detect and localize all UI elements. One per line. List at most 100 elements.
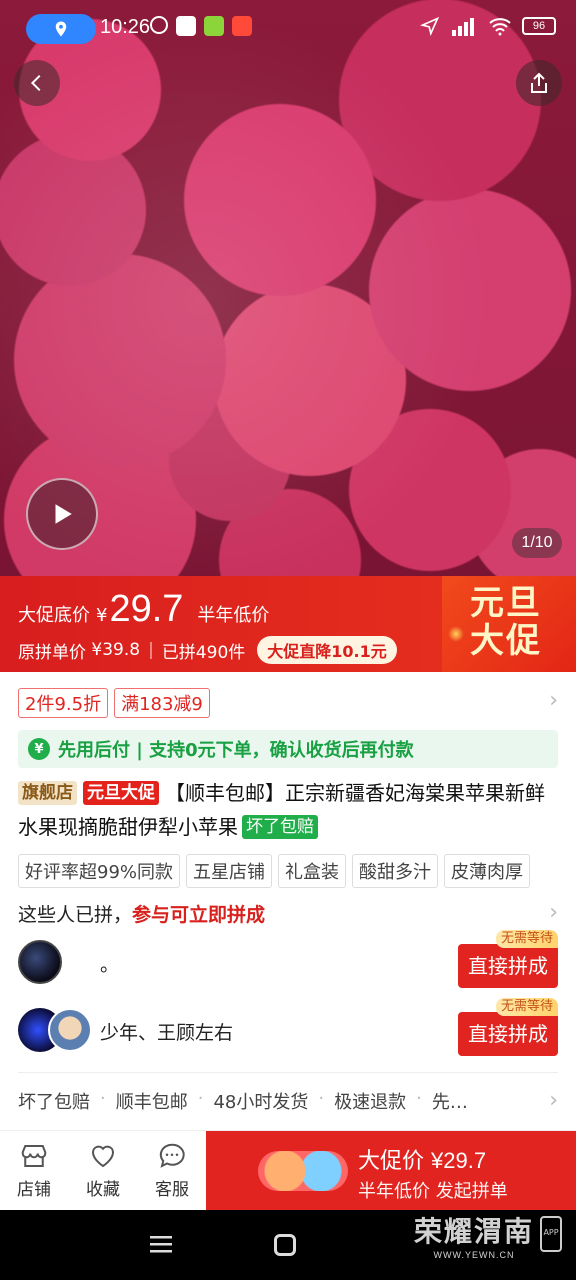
store-icon bbox=[21, 1145, 47, 1167]
pay-later-banner[interactable]: ¥ 先用后付 | 支持0元下单，确认收货后再付款 bbox=[18, 730, 558, 768]
original-price-row: 原拼单价 ¥39.8 | 已拼490件 大促直降10.1元 bbox=[18, 636, 397, 664]
battery-icon: 96 bbox=[522, 17, 556, 35]
join-group-button[interactable]: 直接拼成 bbox=[458, 1012, 558, 1056]
app-icon bbox=[176, 16, 196, 36]
favorite-label: 收藏 bbox=[86, 1180, 120, 1200]
group-buy-row: 。 无需等待 直接拼成 bbox=[0, 930, 576, 992]
group-buy-title: 这些人已拼， bbox=[18, 904, 133, 926]
separator: | bbox=[148, 640, 154, 660]
group-member-name: 少年、王顾左右 bbox=[100, 1022, 234, 1044]
play-video-button[interactable] bbox=[26, 478, 98, 550]
original-price: ¥39.8 bbox=[91, 640, 141, 660]
original-price-label: 原拼单价 bbox=[18, 642, 86, 663]
currency-symbol: ¥ bbox=[96, 605, 108, 626]
watermark-text: 荣耀渭南 bbox=[413, 1215, 534, 1248]
status-right: 96 bbox=[420, 16, 556, 36]
promo-price-row: 大促底价 ¥ 29.7 半年低价 bbox=[18, 588, 269, 631]
promo-banner-label: 元旦 大促 bbox=[470, 584, 542, 660]
alarm-icon bbox=[150, 16, 168, 34]
service-item: 先… bbox=[431, 1092, 468, 1113]
service-item: 48小时发货 bbox=[213, 1092, 309, 1113]
back-button[interactable] bbox=[14, 60, 60, 106]
chevron-right-icon[interactable]: › bbox=[549, 900, 558, 925]
separator: · bbox=[318, 1088, 325, 1109]
heart-icon bbox=[91, 1145, 115, 1168]
service-item: 坏了包赔 bbox=[18, 1092, 90, 1113]
feature-tag: 礼盒装 bbox=[278, 854, 347, 888]
status-time: 10:26 bbox=[100, 16, 151, 38]
feature-tag: 皮薄肉厚 bbox=[444, 854, 531, 888]
chevron-left-icon bbox=[30, 74, 41, 92]
product-title-block: 旗舰店 元旦大促 【顺丰包邮】正宗新疆香妃海棠果苹果新鲜水果现摘脆甜伊犁小苹果 坏了包… bbox=[18, 776, 564, 844]
group-member-name: 。 bbox=[100, 954, 120, 976]
avatar bbox=[48, 1008, 92, 1052]
navigation-arrow-icon bbox=[420, 16, 440, 36]
sold-count: 已拼490件 bbox=[161, 642, 246, 663]
service-item: 极速退款 bbox=[334, 1092, 407, 1113]
separator: · bbox=[197, 1088, 204, 1109]
group-buy-highlight: 参与可立即拼成 bbox=[132, 904, 266, 926]
image-counter: 1/10 bbox=[512, 528, 562, 558]
promo-banner-line2: 大促 bbox=[470, 621, 542, 661]
wifi-icon bbox=[489, 18, 511, 36]
feature-tag: 五星店铺 bbox=[186, 854, 273, 888]
promo-banner-line1: 元旦 bbox=[470, 583, 542, 623]
service-item: 顺丰包邮 bbox=[115, 1092, 188, 1113]
service-guarantees[interactable]: 坏了包赔 · 顺丰包邮 · 48小时发货 · 极速退款 · 先… bbox=[18, 1088, 468, 1114]
separator: · bbox=[100, 1088, 106, 1109]
join-group-button[interactable]: 直接拼成 bbox=[458, 944, 558, 988]
buy-price: ¥29.7 bbox=[431, 1148, 487, 1173]
buy-price-label: 大促价 bbox=[358, 1149, 425, 1174]
buy-price-line: 大促价 ¥29.7 bbox=[358, 1143, 486, 1175]
promo-subtitle: 半年低价 bbox=[197, 605, 270, 626]
promo-price: 29.7 bbox=[109, 588, 184, 630]
pay-later-text: 先用后付 | 支持0元下单，确认收货后再付款 bbox=[58, 740, 414, 761]
watermark-app-icon: APP bbox=[540, 1216, 562, 1252]
coupon-tag[interactable]: 2件9.5折 bbox=[18, 688, 109, 718]
notification-icons bbox=[150, 16, 252, 36]
share-icon bbox=[531, 72, 547, 93]
promo-label: 大促底价 bbox=[18, 605, 90, 626]
store-label: 店铺 bbox=[17, 1180, 51, 1200]
coupon-list[interactable]: 2件9.5折 满183减9 bbox=[18, 688, 210, 718]
flagship-store-tag: 旗舰店 bbox=[18, 781, 77, 805]
share-button[interactable] bbox=[516, 60, 562, 106]
signal-icon bbox=[452, 18, 474, 36]
chevron-right-icon[interactable]: › bbox=[549, 1088, 558, 1113]
no-wait-badge: 无需等待 bbox=[495, 930, 558, 948]
feature-tag: 酸甜多汁 bbox=[352, 854, 439, 888]
price-drop-badge: 大促直降10.1元 bbox=[257, 636, 397, 664]
group-buy-header[interactable]: 这些人已拼，参与可立即拼成 bbox=[18, 900, 265, 927]
new-year-promo-banner: 元旦 大促 bbox=[442, 576, 576, 672]
no-wait-badge: 无需等待 bbox=[495, 998, 558, 1016]
separator: · bbox=[416, 1088, 422, 1109]
app-icon bbox=[232, 16, 252, 36]
watermark: 荣耀渭南 WWW.YEWN.CN bbox=[414, 1210, 534, 1260]
customer-service-tab[interactable]: 客服 bbox=[142, 1141, 202, 1200]
store-tab[interactable]: 店铺 bbox=[4, 1141, 64, 1200]
favorite-tab[interactable]: 收藏 bbox=[73, 1141, 133, 1200]
watermark-url: WWW.YEWN.CN bbox=[433, 1250, 515, 1260]
avatar bbox=[18, 940, 62, 984]
chat-icon bbox=[159, 1143, 185, 1168]
promo-price-band: 大促底价 ¥ 29.7 半年低价 原拼单价 ¥39.8 | 已拼490件 大促直… bbox=[0, 576, 576, 672]
promo-tag: 元旦大促 bbox=[83, 781, 159, 805]
start-group-buy-button[interactable]: 大促价 ¥29.7 半年低价 发起拼单 bbox=[206, 1131, 576, 1211]
feature-tag: 好评率超99%同款 bbox=[18, 854, 181, 888]
promo-art-icon bbox=[258, 1151, 348, 1191]
system-navigation-bar: 荣耀渭南 WWW.YEWN.CN APP bbox=[0, 1210, 576, 1280]
coupon-tag[interactable]: 满183减9 bbox=[114, 688, 210, 718]
group-buy-row: 少年、王顾左右 无需等待 直接拼成 bbox=[0, 998, 576, 1060]
location-icon bbox=[26, 14, 96, 44]
pay-later-icon: ¥ bbox=[28, 738, 50, 760]
chevron-right-icon[interactable]: › bbox=[549, 688, 558, 713]
firework-icon bbox=[448, 626, 464, 642]
home-icon[interactable] bbox=[274, 1234, 296, 1256]
feature-tags: 好评率超99%同款 五星店铺 礼盒装 酸甜多汁 皮薄肉厚 bbox=[18, 854, 531, 888]
guarantee-tag: 坏了包赔 bbox=[242, 815, 318, 839]
play-icon bbox=[55, 504, 72, 524]
service-label: 客服 bbox=[155, 1180, 189, 1200]
divider bbox=[18, 1072, 558, 1073]
menu-icon[interactable] bbox=[150, 1234, 172, 1254]
bottom-action-bar: 店铺 收藏 客服 大促价 ¥29.7 半年低价 发起拼单 bbox=[0, 1130, 576, 1211]
